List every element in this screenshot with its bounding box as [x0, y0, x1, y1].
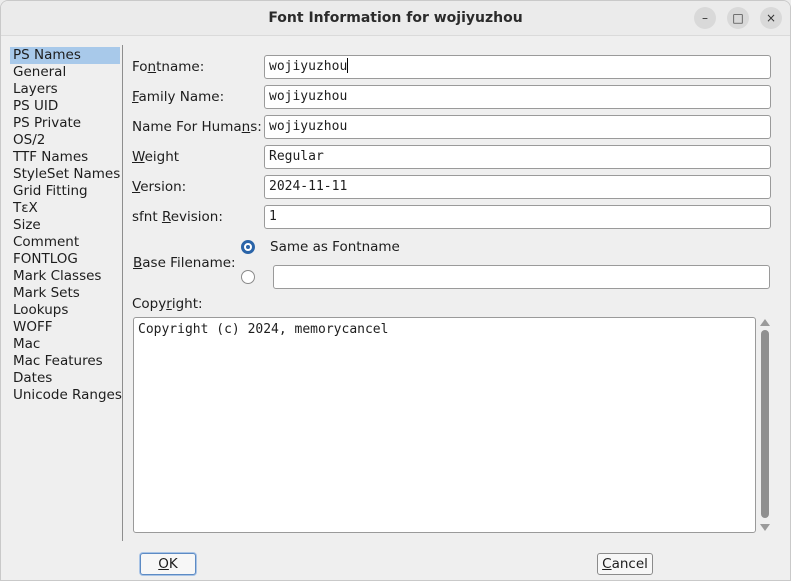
- sidebar-item-ps-names[interactable]: PS Names: [10, 47, 120, 64]
- ok-button[interactable]: OK: [140, 553, 196, 575]
- maximize-button[interactable]: □: [727, 7, 749, 29]
- text-caret: [347, 58, 349, 73]
- sidebar-item-ttf-names[interactable]: TTF Names: [10, 149, 120, 166]
- same-as-fontname-label[interactable]: Same as Fontname: [270, 239, 400, 255]
- sidebar-item-fontlog[interactable]: FONTLOG: [10, 251, 120, 268]
- sidebar-item-dates[interactable]: Dates: [10, 370, 120, 387]
- copyright-label: Copyright:: [132, 296, 203, 312]
- weight-input[interactable]: Regular: [264, 145, 771, 169]
- weight-label: Weight: [132, 149, 180, 165]
- window-title: Font Information for wojiyuzhou: [268, 10, 523, 26]
- sidebar-item-general[interactable]: General: [10, 64, 120, 81]
- name-for-humans-input[interactable]: wojiyuzhou: [264, 115, 771, 139]
- sidebar-item-tex[interactable]: TεX: [10, 200, 120, 217]
- sidebar-item-mark-sets[interactable]: Mark Sets: [10, 285, 120, 302]
- base-filename-label: Base Filename:: [133, 255, 236, 271]
- sidebar-item-grid-fitting[interactable]: Grid Fitting: [10, 183, 120, 200]
- copyright-scrollbar[interactable]: [758, 317, 772, 533]
- scroll-up-icon[interactable]: [760, 319, 770, 326]
- custom-filename-input[interactable]: [273, 265, 770, 289]
- sidebar-item-mark-classes[interactable]: Mark Classes: [10, 268, 120, 285]
- scroll-thumb[interactable]: [761, 330, 769, 518]
- close-button[interactable]: ×: [760, 7, 782, 29]
- minimize-icon: –: [702, 11, 708, 25]
- version-label: Version:: [132, 179, 187, 195]
- sidebar-item-size[interactable]: Size: [10, 217, 120, 234]
- category-list: PS Names General Layers PS UID PS Privat…: [10, 47, 122, 404]
- version-input[interactable]: 2024-11-11: [264, 175, 771, 199]
- maximize-icon: □: [732, 11, 744, 25]
- sidebar-item-ps-uid[interactable]: PS UID: [10, 98, 120, 115]
- sidebar-item-mac[interactable]: Mac: [10, 336, 120, 353]
- copyright-textarea[interactable]: Copyright (c) 2024, memorycancel: [133, 317, 756, 533]
- sidebar-item-os2[interactable]: OS/2: [10, 132, 120, 149]
- sidebar-item-ps-private[interactable]: PS Private: [10, 115, 120, 132]
- same-as-fontname-radio[interactable]: [241, 240, 255, 254]
- sidebar-item-mac-features[interactable]: Mac Features: [10, 353, 120, 370]
- sidebar-divider: [122, 45, 123, 541]
- sidebar-item-woff[interactable]: WOFF: [10, 319, 120, 336]
- sfnt-revision-input[interactable]: 1: [264, 205, 771, 229]
- font-info-dialog: Font Information for wojiyuzhou – □ × PS…: [0, 0, 791, 581]
- fontname-label: Fontname:: [132, 59, 205, 75]
- sidebar-item-comment[interactable]: Comment: [10, 234, 120, 251]
- minimize-button[interactable]: –: [694, 7, 716, 29]
- family-name-label: Family Name:: [132, 89, 225, 105]
- custom-filename-radio[interactable]: [241, 270, 255, 284]
- family-name-input[interactable]: wojiyuzhou: [264, 85, 771, 109]
- sidebar-item-lookups[interactable]: Lookups: [10, 302, 120, 319]
- sidebar-item-layers[interactable]: Layers: [10, 81, 120, 98]
- scroll-down-icon[interactable]: [760, 524, 770, 531]
- cancel-button[interactable]: Cancel: [597, 553, 653, 575]
- fontname-input[interactable]: wojiyuzhou: [264, 55, 771, 79]
- sidebar-item-unicode-ranges[interactable]: Unicode Ranges: [10, 387, 122, 404]
- sidebar-item-styleset-names[interactable]: StyleSet Names: [10, 166, 120, 183]
- title-bar: Font Information for wojiyuzhou – □ ×: [1, 1, 790, 36]
- close-icon: ×: [765, 11, 777, 25]
- sfnt-revision-label: sfnt Revision:: [132, 209, 223, 225]
- name-for-humans-label: Name For Humans:: [132, 119, 262, 135]
